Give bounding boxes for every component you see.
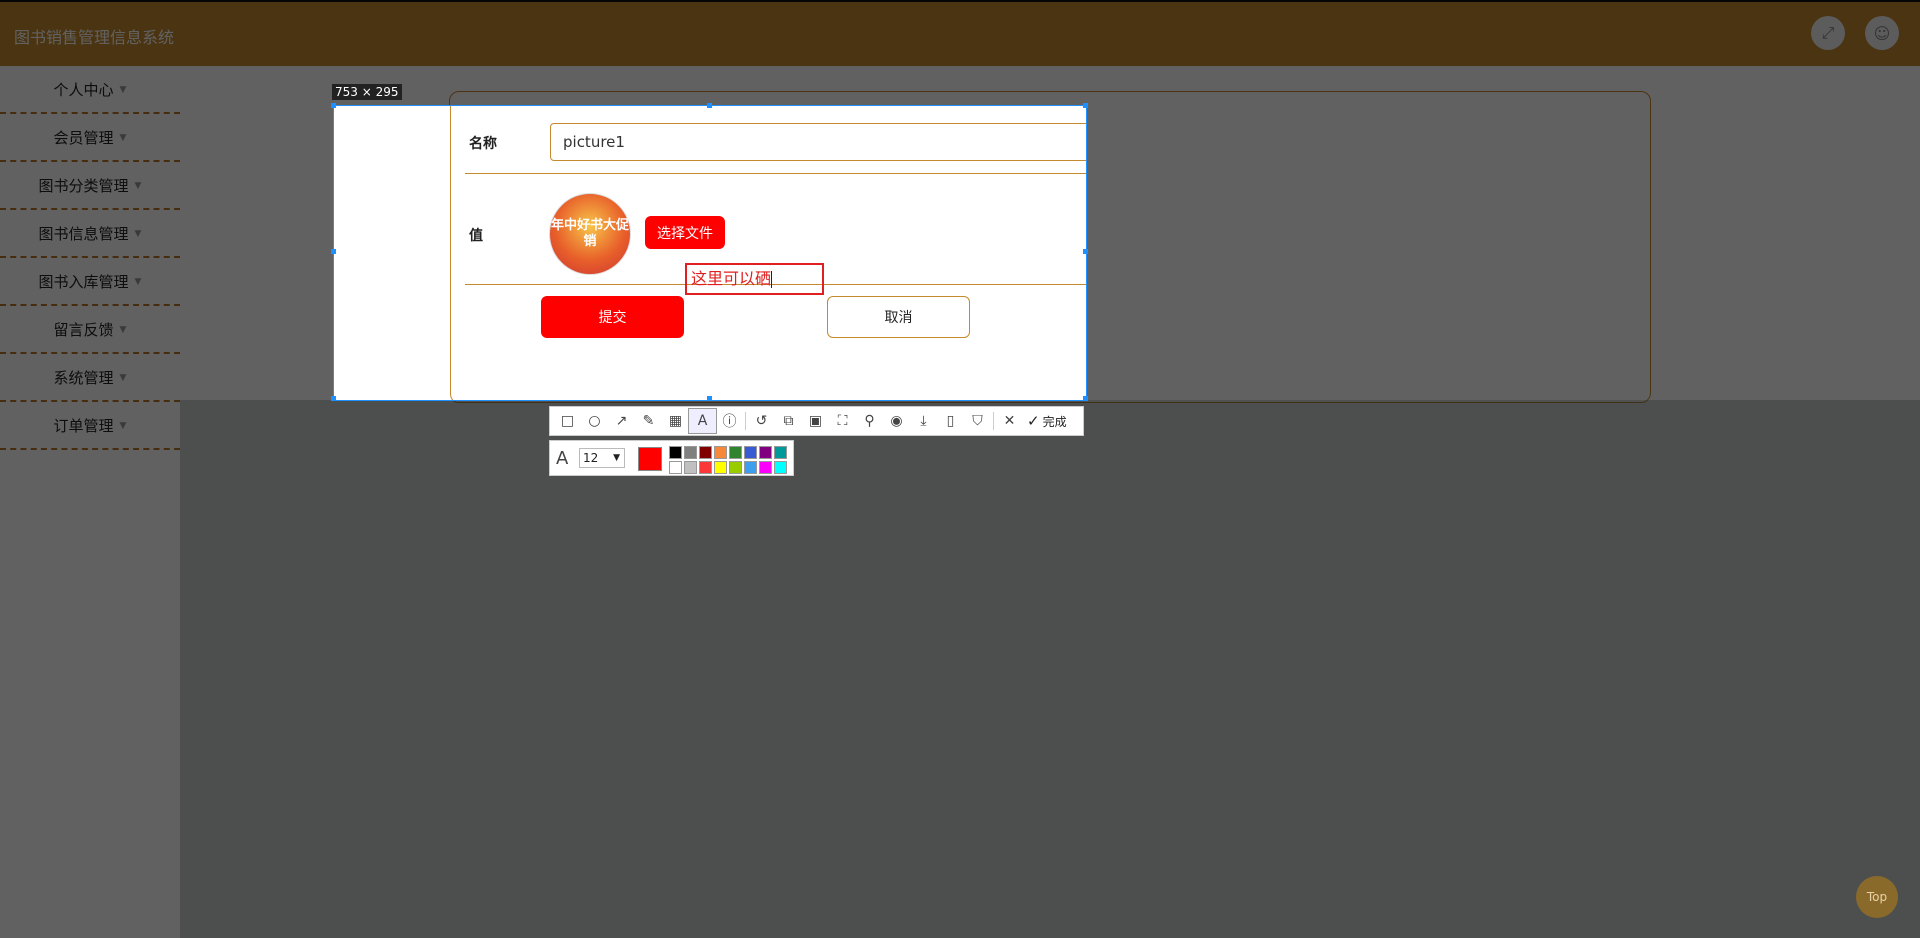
resize-handle[interactable]	[331, 396, 336, 401]
phone-icon[interactable]: ▯	[937, 409, 964, 433]
text-options-bar: A 12 ▼	[549, 440, 794, 476]
app-title: 图书销售管理信息系统	[14, 28, 175, 47]
done-button[interactable]: ✓ 完成	[1027, 412, 1067, 430]
font-size-select[interactable]: 12 ▼	[579, 448, 625, 468]
caret-down-icon: ▼	[119, 84, 127, 95]
resize-handle[interactable]	[707, 103, 712, 108]
image-thumbnail: 年中好书大促销	[549, 193, 631, 275]
rectangle-icon[interactable]: □	[554, 409, 581, 433]
bookmark-icon[interactable]: ⛉	[964, 409, 991, 433]
sidebar-item-system[interactable]: 系统管理 ▼	[0, 355, 180, 402]
color-swatch[interactable]	[729, 446, 742, 459]
submit-button[interactable]: 提交	[541, 296, 684, 338]
expand-icon[interactable]: ⤢	[1811, 16, 1845, 50]
color-swatch[interactable]	[744, 461, 757, 474]
name-input[interactable]: picture1	[550, 123, 1086, 161]
current-color-swatch[interactable]	[638, 447, 662, 471]
chevron-down-icon: ▼	[613, 453, 620, 463]
number-marker-icon[interactable]: ⓘ	[716, 409, 743, 433]
name-label: 名称	[469, 136, 497, 152]
top-bar: 图书销售管理信息系统 ⤢ ☺	[0, 0, 1920, 66]
sidebar-item-book-category[interactable]: 图书分类管理 ▼	[0, 163, 180, 210]
caret-down-icon: ▼	[119, 372, 127, 383]
resize-handle[interactable]	[1083, 396, 1088, 401]
color-palette	[669, 446, 787, 474]
arrow-icon[interactable]: ↗	[608, 409, 635, 433]
resize-handle[interactable]	[331, 249, 336, 254]
pin-icon[interactable]: ⚲	[856, 409, 883, 433]
color-swatch[interactable]	[714, 461, 727, 474]
sidebar-item-feedback[interactable]: 留言反馈 ▼	[0, 307, 180, 354]
undo-icon[interactable]: ↺	[748, 409, 775, 433]
crop-icon[interactable]: ⧉	[775, 409, 802, 433]
caret-down-icon: ▼	[134, 228, 142, 239]
pencil-icon[interactable]: ✎	[635, 409, 662, 433]
color-swatch[interactable]	[669, 461, 682, 474]
ellipse-icon[interactable]: ○	[581, 409, 608, 433]
close-icon[interactable]: ✕	[996, 409, 1023, 433]
form-divider	[465, 173, 1086, 174]
mosaic-icon[interactable]: ▦	[662, 409, 689, 433]
color-swatch[interactable]	[729, 461, 742, 474]
color-swatch[interactable]	[669, 446, 682, 459]
screenshot-selection[interactable]: 名称 picture1 值 年中好书大促销 选择文件 提交 取消	[333, 105, 1087, 401]
toolbar-separator	[745, 412, 746, 430]
caret-down-icon: ▼	[134, 276, 142, 287]
choose-file-button[interactable]: 选择文件	[645, 216, 725, 249]
color-swatch[interactable]	[759, 446, 772, 459]
color-swatch[interactable]	[759, 461, 772, 474]
sidebar: 个人中心 ▼ 会员管理 ▼ 图书分类管理 ▼ 图书信息管理 ▼ 图书入库管理 ▼ 留言反馈…	[0, 66, 180, 938]
resize-handle[interactable]	[1083, 249, 1088, 254]
sidebar-item-orders[interactable]: 订单管理 ▼	[0, 403, 180, 450]
record-icon[interactable]: ◉	[883, 409, 910, 433]
download-icon[interactable]: ⤓	[910, 409, 937, 433]
color-swatch[interactable]	[714, 446, 727, 459]
content-background	[180, 400, 1920, 938]
sidebar-item-member-management[interactable]: 会员管理 ▼	[0, 115, 180, 162]
toolbar-separator	[993, 412, 994, 430]
font-icon: A	[556, 448, 569, 469]
ocr-icon[interactable]: ▣	[802, 409, 829, 433]
text-cursor	[771, 271, 773, 288]
color-swatch[interactable]	[744, 446, 757, 459]
check-icon: ✓	[1027, 412, 1040, 430]
color-swatch[interactable]	[699, 446, 712, 459]
caret-down-icon: ▼	[134, 180, 142, 191]
screenshot-toolbar: □ ○ ↗ ✎ ▦ A ⓘ ↺ ⧉ ▣ ⛶ ⚲ ◉ ⤓ ▯ ⛉ ✕ ✓ 完成	[549, 406, 1084, 436]
caret-down-icon: ▼	[119, 132, 127, 143]
color-swatch[interactable]	[699, 461, 712, 474]
sidebar-item-personal-center[interactable]: 个人中心 ▼	[0, 67, 180, 114]
color-swatch[interactable]	[774, 461, 787, 474]
value-label: 值	[469, 228, 483, 244]
color-swatch[interactable]	[684, 446, 697, 459]
scan-icon[interactable]: ⛶	[829, 409, 856, 433]
resize-handle[interactable]	[707, 396, 712, 401]
user-icon[interactable]: ☺	[1865, 16, 1899, 50]
resize-handle[interactable]	[1083, 103, 1088, 108]
text-tool-icon[interactable]: A	[688, 408, 717, 434]
caret-down-icon: ▼	[119, 324, 127, 335]
resize-handle[interactable]	[331, 103, 336, 108]
text-annotation-box[interactable]: 这里可以硒	[685, 263, 824, 295]
color-swatch[interactable]	[684, 461, 697, 474]
selection-size-label: 753 × 295	[332, 84, 402, 100]
caret-down-icon: ▼	[119, 420, 127, 431]
sidebar-item-book-stock[interactable]: 图书入库管理 ▼	[0, 259, 180, 306]
sidebar-item-book-info[interactable]: 图书信息管理 ▼	[0, 211, 180, 258]
back-to-top-button[interactable]: Top	[1856, 876, 1898, 918]
cancel-button[interactable]: 取消	[827, 296, 970, 338]
color-swatch[interactable]	[774, 446, 787, 459]
